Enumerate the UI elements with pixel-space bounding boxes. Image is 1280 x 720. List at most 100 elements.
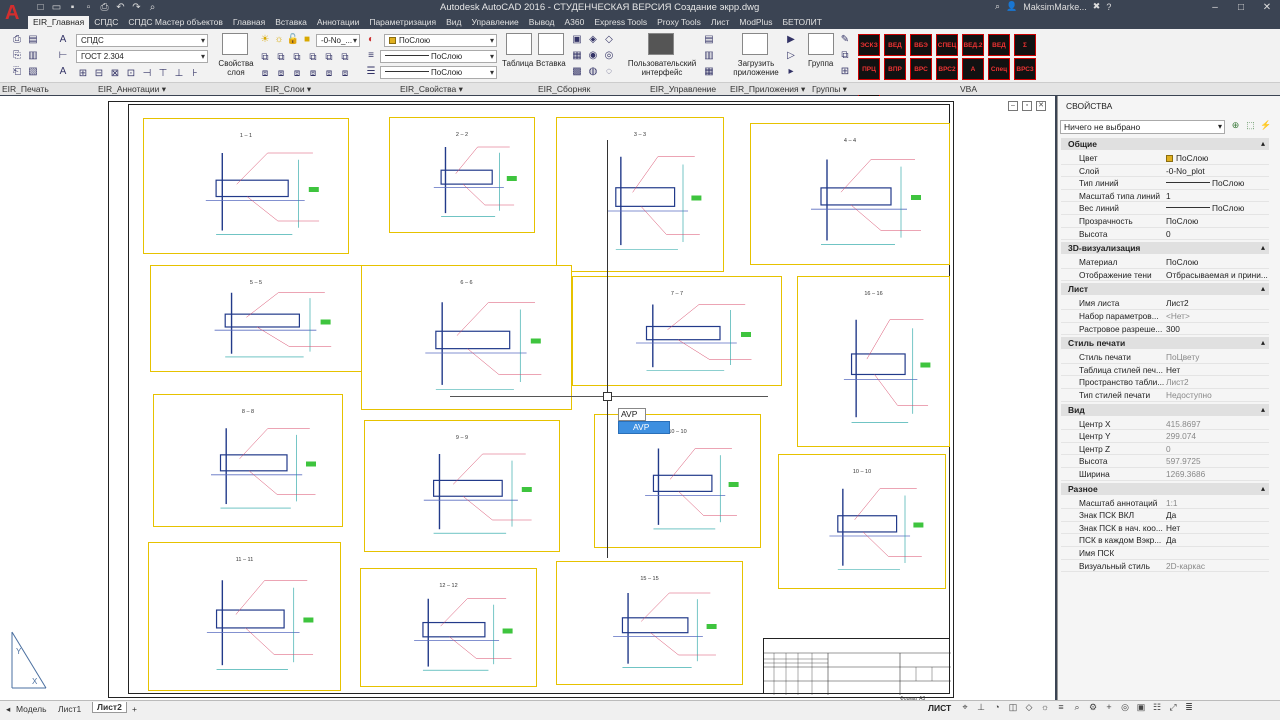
layer-tool-icon[interactable]: ⧈ [322, 67, 336, 81]
gost-style-combo[interactable]: ГОСТ 2.304 [76, 50, 208, 63]
vba-macro-button[interactable]: ВБЭ [910, 34, 932, 56]
tool-icon[interactable]: ◎ [602, 49, 616, 63]
table-icon[interactable] [506, 33, 532, 55]
property-value[interactable]: 0 [1166, 443, 1270, 456]
publish-icon[interactable]: ⎗ [10, 65, 24, 79]
search-icon[interactable]: ⌕ [146, 1, 159, 14]
panel-label[interactable]: EIR_Слои ▾ [265, 84, 311, 95]
tab-10[interactable]: A360 [560, 16, 590, 29]
property-row[interactable]: Знак ПСК в нач. коо... Нет [1061, 522, 1269, 535]
property-value[interactable]: 1269.3686 [1166, 468, 1270, 481]
section-header[interactable]: Стиль печати [1061, 337, 1269, 350]
panel-label[interactable]: EIR_Управление [650, 84, 716, 94]
tool-icon[interactable]: ▩ [570, 65, 584, 79]
vba-macro-button[interactable]: ВРС3 [1014, 58, 1036, 80]
vba-macro-button[interactable]: ВРС [910, 58, 932, 80]
property-value[interactable]: Нет [1166, 364, 1270, 377]
ortho-icon[interactable]: ⊥ [976, 702, 986, 714]
property-row[interactable]: Стиль печати ПоЦвету [1061, 351, 1269, 364]
panel-label[interactable]: EIR_Приложения ▾ [730, 84, 805, 95]
tab-9[interactable]: Вывод [524, 16, 560, 29]
polar-icon[interactable]: ◔ [992, 702, 1002, 714]
panel-label[interactable]: EIR_Сборняк [538, 84, 590, 94]
vba-macro-button[interactable]: ВРС2 [936, 58, 958, 80]
property-row[interactable]: Центр Y 299.074 [1061, 430, 1269, 443]
property-row[interactable]: Слой -0-No_plot [1061, 165, 1269, 178]
property-row[interactable]: Пространство табли... Лист2 [1061, 376, 1269, 389]
annot-tool-icon[interactable]: ⊟ [92, 67, 106, 81]
section-detail[interactable]: 2 – 2 [389, 117, 535, 233]
tab-7[interactable]: Вид [441, 16, 466, 29]
layer-tool-icon[interactable]: ⧉ [258, 51, 272, 65]
tab-13[interactable]: Лист [706, 16, 734, 29]
property-row[interactable]: Визуальный стиль 2D-каркас [1061, 560, 1269, 573]
property-value[interactable]: 2D-каркас [1166, 560, 1270, 573]
user-name[interactable]: MaksimMarke... [1023, 2, 1087, 12]
sun-icon[interactable]: ☼ [272, 33, 286, 47]
section-detail[interactable]: 10 – 10 [594, 414, 761, 548]
vba-macro-button[interactable]: Σ [1014, 34, 1036, 56]
insert-label[interactable]: Вставка [536, 59, 566, 68]
section-detail[interactable]: 1 – 1 [143, 118, 349, 254]
tab-11[interactable]: Express Tools [589, 16, 652, 29]
property-value[interactable]: 300 [1166, 323, 1270, 336]
property-value[interactable]: 597.9725 [1166, 455, 1270, 468]
annot-tool-icon[interactable]: ⊞ [76, 67, 90, 81]
annot-tool-icon[interactable]: ⊤ [156, 67, 170, 81]
match-properties-icon[interactable]: ◐ [364, 33, 378, 47]
layer-tool-icon[interactable]: ⧉ [338, 51, 352, 65]
vba-macro-button[interactable]: ВПР [884, 58, 906, 80]
vba-macro-button[interactable]: ПРЦ [858, 58, 880, 80]
property-row[interactable]: Центр X 415.8697 [1061, 418, 1269, 431]
layer-tool-icon[interactable]: ⧈ [338, 67, 352, 81]
vba-macro-button[interactable]: ЭСКЗ [858, 34, 880, 56]
tab-1[interactable]: СПДС [89, 16, 123, 29]
tool-icon[interactable]: ▥ [702, 49, 716, 63]
tab-sheet2[interactable]: Лист2 [92, 702, 127, 713]
app-menu-button[interactable]: A [0, 0, 28, 28]
property-row[interactable]: ПСК в каждом Вэкр... Да [1061, 534, 1269, 547]
panel-label[interactable]: EIR_Печать [2, 84, 49, 94]
property-row[interactable]: Тип линий ПоСлою [1061, 177, 1269, 190]
property-value[interactable]: 299.074 [1166, 430, 1270, 443]
property-row[interactable]: Масштаб типа линий 1 [1061, 190, 1269, 203]
property-row[interactable]: Имя ПСК [1061, 547, 1269, 560]
tool-icon[interactable]: ▤ [702, 33, 716, 47]
zoom-icon[interactable]: ⌕ [1072, 702, 1082, 714]
layer-properties-label[interactable]: Свойства слоя [216, 59, 256, 77]
lock-icon[interactable]: 🔓 [286, 33, 300, 47]
minimize-viewport-button[interactable]: – [1008, 101, 1018, 111]
insert-icon[interactable] [538, 33, 564, 55]
property-value[interactable]: ПоСлою [1166, 152, 1270, 165]
annot-tool-icon[interactable]: ⊣ [140, 67, 154, 81]
linetype-icon[interactable]: ≡ [364, 49, 378, 63]
property-value[interactable]: 415.8697 [1166, 418, 1270, 431]
help-icon[interactable]: ? [1106, 2, 1111, 12]
text-style-icon[interactable]: A [56, 33, 70, 47]
tool-icon[interactable]: ⊞ [838, 65, 852, 79]
workspace-icon[interactable]: ⚙ [1088, 702, 1098, 714]
search-icon[interactable]: ⌕ [995, 1, 1000, 12]
property-row[interactable]: Прозрачность ПоСлою [1061, 215, 1269, 228]
section-detail[interactable]: 16 – 16 [797, 276, 950, 447]
section-detail[interactable]: 7 – 7 [572, 276, 782, 386]
saveas-icon[interactable]: ▫ [82, 1, 95, 14]
tab-model[interactable]: Модель [16, 704, 47, 714]
section-header[interactable]: Лист [1061, 283, 1269, 296]
property-value[interactable]: ПоСлою [1166, 177, 1270, 190]
plot-icon[interactable]: ⎙ [98, 1, 111, 14]
tab-8[interactable]: Управление [467, 16, 524, 29]
open-icon[interactable]: ▭ [50, 1, 63, 14]
property-value[interactable]: ПоСлою [1166, 256, 1270, 269]
snap-icon[interactable]: ⌖ [960, 702, 970, 714]
tool-icon[interactable]: ◇ [602, 33, 616, 47]
section-detail[interactable]: 8 – 8 [153, 394, 343, 527]
vba-macro-button[interactable]: ВЕД [884, 34, 906, 56]
redo-icon[interactable]: ↷ [130, 1, 143, 14]
tool-icon[interactable]: ▶ [784, 33, 798, 47]
tool-icon[interactable]: ▷ [784, 49, 798, 63]
property-value[interactable]: Лист2 [1166, 297, 1270, 310]
page-setup-icon[interactable]: ▤ [26, 33, 40, 47]
panel-label[interactable]: EIR_Свойства ▾ [400, 84, 463, 95]
isolate-icon[interactable]: ◎ [1120, 702, 1130, 714]
